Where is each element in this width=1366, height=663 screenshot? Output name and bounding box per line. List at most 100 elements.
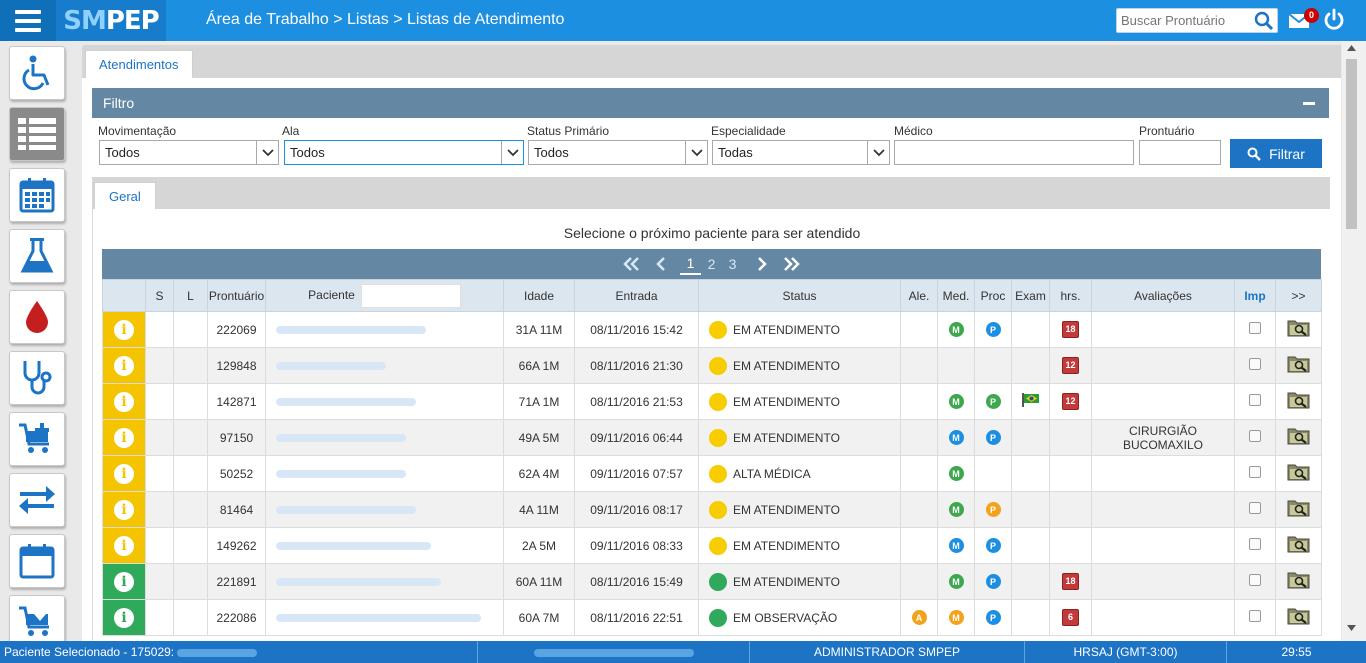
tab-atendimentos[interactable]: Atendimentos [85, 50, 193, 78]
table-row[interactable]: i 222069 31A 11M 08/11/2016 15:42 EM ATE… [102, 311, 1322, 348]
col-proc[interactable]: Proc [974, 279, 1012, 312]
folder-search-icon[interactable] [1287, 426, 1311, 446]
paciente-cell[interactable] [265, 383, 504, 420]
info-cell[interactable]: i [102, 383, 146, 420]
sidebar-item-lists[interactable] [9, 107, 65, 161]
medication-badge[interactable]: M [948, 322, 964, 338]
sidebar-item-exam[interactable] [9, 351, 65, 405]
procedure-badge[interactable]: P [985, 322, 1001, 338]
procedure-badge[interactable]: P [985, 538, 1001, 554]
paciente-cell[interactable] [265, 419, 504, 456]
print-checkbox[interactable] [1249, 538, 1261, 550]
exam-flag-icon[interactable] [1021, 393, 1040, 407]
info-cell[interactable]: i [102, 527, 146, 564]
table-row[interactable]: i 97150 49A 5M 09/11/2016 06:44 EM ATEND… [102, 419, 1322, 456]
scroll-up-icon[interactable] [1347, 45, 1356, 51]
sidebar-item-add-order[interactable] [9, 412, 65, 466]
folder-search-icon[interactable] [1287, 570, 1311, 590]
table-row[interactable]: i 50252 62A 4M 09/11/2016 07:57 ALTA MÉD… [102, 455, 1322, 492]
status-primario-select[interactable]: Todos [528, 140, 708, 165]
prev-page-icon[interactable] [650, 253, 672, 275]
sidebar-item-calendar[interactable] [9, 168, 65, 222]
procedure-badge[interactable]: P [985, 574, 1001, 590]
menu-icon[interactable] [0, 0, 56, 41]
hours-badge[interactable]: 18 [1062, 573, 1079, 590]
collapse-icon[interactable] [1303, 102, 1315, 105]
hours-badge[interactable]: 6 [1062, 609, 1079, 626]
paciente-cell[interactable] [265, 455, 504, 492]
scroll-down-icon[interactable] [1347, 625, 1356, 631]
sidebar-item-blood[interactable] [9, 290, 65, 344]
scroll-thumb[interactable] [1346, 59, 1357, 229]
info-cell[interactable]: i [102, 419, 146, 456]
hours-badge[interactable]: 12 [1062, 393, 1079, 410]
info-icon[interactable]: i [114, 571, 134, 592]
col-s[interactable]: S [145, 279, 174, 312]
medication-badge[interactable]: M [948, 610, 964, 626]
info-icon[interactable]: i [114, 427, 134, 448]
col-ale[interactable]: Ale. [900, 279, 938, 312]
sidebar-item-accessibility[interactable] [9, 46, 65, 100]
col-hrs[interactable]: hrs. [1049, 279, 1092, 312]
info-icon[interactable]: i [114, 463, 134, 484]
filter-header[interactable]: Filtro [92, 88, 1329, 118]
page-1[interactable]: 1 [680, 253, 701, 275]
table-row[interactable]: i 222086 60A 7M 08/11/2016 22:51 EM OBSE… [102, 599, 1322, 636]
allergy-badge[interactable]: A [911, 610, 927, 626]
folder-search-icon[interactable] [1287, 534, 1311, 554]
last-page-icon[interactable] [781, 253, 803, 275]
info-cell[interactable]: i [102, 311, 146, 348]
info-icon[interactable]: i [114, 355, 134, 376]
prontuario-input[interactable] [1139, 140, 1221, 165]
print-checkbox[interactable] [1249, 466, 1261, 478]
medication-badge[interactable]: M [948, 430, 964, 446]
vertical-scrollbar[interactable] [1342, 41, 1366, 641]
next-page-icon[interactable] [751, 253, 773, 275]
print-checkbox[interactable] [1249, 394, 1261, 406]
sidebar-item-lab[interactable] [9, 229, 65, 283]
folder-search-icon[interactable] [1287, 606, 1311, 626]
info-cell[interactable]: i [102, 599, 146, 636]
table-row[interactable]: i 142871 71A 1M 08/11/2016 21:53 EM ATEN… [102, 383, 1322, 420]
info-icon[interactable]: i [114, 499, 134, 520]
sidebar-item-schedule[interactable] [9, 534, 65, 588]
info-cell[interactable]: i [102, 563, 146, 600]
folder-search-icon[interactable] [1287, 354, 1311, 374]
col-med[interactable]: Med. [937, 279, 975, 312]
tab-geral[interactable]: Geral [94, 182, 156, 209]
first-page-icon[interactable] [620, 253, 642, 275]
page-3[interactable]: 3 [722, 253, 743, 275]
print-checkbox[interactable] [1249, 610, 1261, 622]
ala-select[interactable]: Todos [284, 140, 524, 165]
info-icon[interactable]: i [114, 607, 134, 628]
col-prontuario[interactable]: Prontuário [207, 279, 266, 312]
table-row[interactable]: i 149262 2A 5M 09/11/2016 08:33 EM ATEND… [102, 527, 1322, 564]
procedure-badge[interactable]: P [985, 394, 1001, 410]
sidebar-item-transfer[interactable] [9, 473, 65, 527]
col-more[interactable]: >> [1275, 279, 1322, 312]
procedure-badge[interactable]: P [985, 430, 1001, 446]
filtrar-button[interactable]: Filtrar [1230, 139, 1322, 168]
page-2[interactable]: 2 [701, 253, 722, 275]
medication-badge[interactable]: M [948, 574, 964, 590]
paciente-cell[interactable] [265, 527, 504, 564]
info-icon[interactable]: i [114, 391, 134, 412]
medication-badge[interactable]: M [948, 394, 964, 410]
procedure-badge[interactable]: P [985, 502, 1001, 518]
col-exam[interactable]: Exam [1011, 279, 1050, 312]
print-checkbox[interactable] [1249, 502, 1261, 514]
table-row[interactable]: i 129848 66A 1M 08/11/2016 21:30 EM ATEN… [102, 347, 1322, 384]
paciente-cell[interactable] [265, 347, 504, 384]
medication-badge[interactable]: M [948, 466, 964, 482]
procedure-badge[interactable]: P [985, 610, 1001, 626]
info-cell[interactable]: i [102, 491, 146, 528]
power-icon[interactable] [1322, 8, 1346, 32]
col-paciente[interactable]: Paciente [265, 279, 504, 312]
paciente-cell[interactable] [265, 599, 504, 636]
col-status[interactable]: Status [698, 279, 901, 312]
print-checkbox[interactable] [1249, 358, 1261, 370]
medication-badge[interactable]: M [948, 538, 964, 554]
info-cell[interactable]: i [102, 347, 146, 384]
search-box[interactable] [1116, 8, 1278, 33]
medication-badge[interactable]: M [948, 502, 964, 518]
